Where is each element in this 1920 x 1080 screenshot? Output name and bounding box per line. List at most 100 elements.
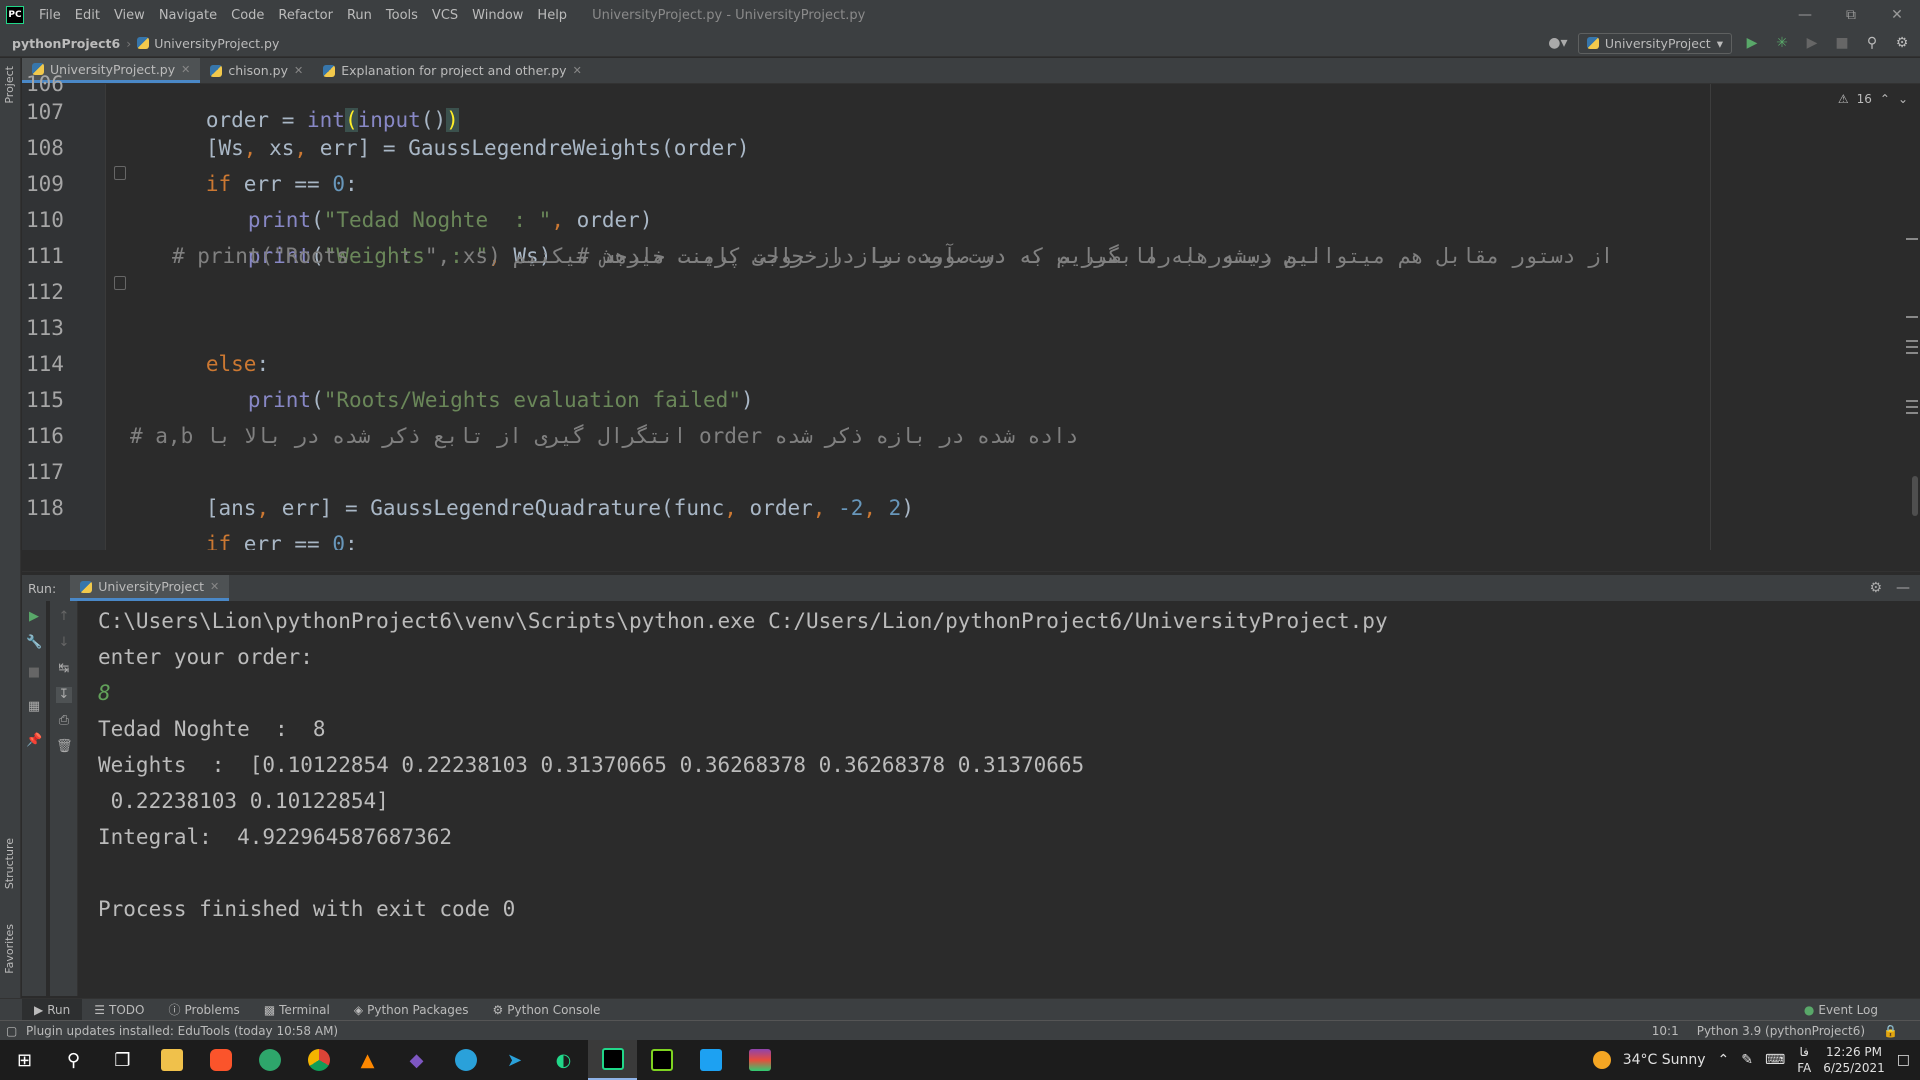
inspection-widget[interactable]: ⚠ 16 ⌃ ⌄ <box>1838 92 1908 106</box>
rerun-icon[interactable]: ▶ <box>26 609 42 625</box>
scroll-marker[interactable] <box>1906 400 1918 402</box>
panel-splitter[interactable] <box>22 550 1920 572</box>
caret-position[interactable]: 10:1 <box>1652 1024 1679 1038</box>
trash-icon[interactable]: 🗑 <box>56 739 73 755</box>
breadcrumb-project[interactable]: pythonProject6 <box>12 36 120 51</box>
code-area[interactable]: order = int(input()) [Ws, xs, err] = Gau… <box>106 84 1706 556</box>
tool-event-log[interactable]: ● Event Log <box>1792 999 1890 1021</box>
chevron-down-icon[interactable]: ⌄ <box>1898 92 1908 106</box>
wrench-icon[interactable]: 🔧 <box>26 635 42 651</box>
close-tab-icon[interactable]: ✕ <box>573 64 582 77</box>
app-purple-icon[interactable]: ◆ <box>392 1040 441 1080</box>
stop-icon[interactable]: ■ <box>1832 33 1852 53</box>
close-tab-icon[interactable]: ✕ <box>210 580 219 593</box>
menu-tools[interactable]: Tools <box>379 8 425 23</box>
status-message[interactable]: Plugin updates installed: EduTools (toda… <box>26 1024 338 1038</box>
vlc-icon[interactable]: ▲ <box>343 1040 392 1080</box>
lock-icon[interactable]: 🔒 <box>1883 1024 1898 1038</box>
arrow-down-icon[interactable]: ↓ <box>56 635 72 651</box>
start-button[interactable]: ⊞ <box>0 1040 49 1080</box>
scroll-marker[interactable] <box>1906 346 1918 348</box>
soft-wrap-icon[interactable]: ↹ <box>56 661 72 677</box>
file-explorer-icon[interactable] <box>147 1040 196 1080</box>
scroll-marker[interactable] <box>1906 238 1918 240</box>
print-icon[interactable]: ⎙ <box>56 713 72 729</box>
chevron-up-icon[interactable]: ⌃ <box>1880 92 1890 106</box>
run-console[interactable]: C:\Users\Lion\pythonProject6\venv\Script… <box>80 601 1920 996</box>
layout-icon[interactable]: ▦ <box>26 699 42 715</box>
tool-python-packages[interactable]: ◈ Python Packages <box>342 999 481 1021</box>
right-margin-guide <box>1710 84 1711 550</box>
menu-navigate[interactable]: Navigate <box>152 8 224 23</box>
tool-python-console[interactable]: ⚙ Python Console <box>481 999 613 1021</box>
scroll-marker[interactable] <box>1906 406 1918 408</box>
menu-window[interactable]: Window <box>465 8 530 23</box>
pin-icon[interactable]: 📌 <box>26 733 42 749</box>
hide-panel-icon[interactable]: — <box>1896 580 1910 596</box>
favorites-tool-button[interactable]: Favorites <box>3 924 16 974</box>
language-indicator[interactable]: فا FA <box>1797 1044 1811 1076</box>
debug-icon[interactable]: ✳ <box>1772 33 1792 53</box>
minimize-icon[interactable]: — <box>1782 7 1828 23</box>
scroll-marker[interactable] <box>1906 412 1918 414</box>
code-editor[interactable]: 106 107 108 109 110 111 112 113 114 115 … <box>22 72 1920 556</box>
title-bar: PC File Edit View Navigate Code Refactor… <box>0 0 1920 30</box>
user-icon[interactable]: ●▾ <box>1548 33 1568 53</box>
keyboard-icon[interactable]: ⌨ <box>1765 1052 1785 1068</box>
clock[interactable]: 12:26 PM 6/25/2021 <box>1823 1044 1885 1076</box>
tool-todo[interactable]: ☰ TODO <box>82 999 156 1021</box>
run-configuration-select[interactable]: UniversityProject ▾ <box>1577 32 1732 54</box>
winrar-icon[interactable] <box>735 1040 784 1080</box>
menu-view[interactable]: View <box>107 8 152 23</box>
stop-icon[interactable]: ■ <box>26 665 42 681</box>
interpreter-selector[interactable]: Python 3.9 (pythonProject6) <box>1697 1024 1865 1038</box>
task-view-icon[interactable]: ❐ <box>98 1040 147 1080</box>
app-green-icon[interactable]: ◐ <box>539 1040 588 1080</box>
line-number: 118 <box>26 496 64 520</box>
menu-vcs[interactable]: VCS <box>425 8 465 23</box>
left-tool-stripe: Project Structure Favorites <box>0 58 21 998</box>
editor-scrollbar[interactable] <box>1912 476 1918 516</box>
menu-edit[interactable]: Edit <box>68 8 107 23</box>
menu-file[interactable]: File <box>32 8 68 23</box>
scroll-marker[interactable] <box>1906 352 1918 354</box>
status-layout-icon[interactable]: ▢ <box>6 1024 17 1038</box>
restore-icon[interactable]: ⧉ <box>1828 7 1874 23</box>
coverage-icon[interactable]: ▶ <box>1802 33 1822 53</box>
search-icon[interactable]: ⚲ <box>49 1040 98 1080</box>
pycharm-edu-taskbar-icon[interactable] <box>637 1040 686 1080</box>
run-icon[interactable]: ▶ <box>1742 33 1762 53</box>
menu-code[interactable]: Code <box>224 8 271 23</box>
scroll-marker[interactable] <box>1906 340 1918 342</box>
menu-refactor[interactable]: Refactor <box>271 8 340 23</box>
scroll-marker[interactable] <box>1906 316 1918 318</box>
brave-browser-icon[interactable] <box>196 1040 245 1080</box>
chrome-browser-icon[interactable] <box>294 1040 343 1080</box>
weather-text[interactable]: 34°C Sunny <box>1623 1052 1706 1068</box>
code-line-113: else: <box>205 352 270 376</box>
breadcrumb-file[interactable]: UniversityProject.py <box>137 36 279 51</box>
search-icon[interactable]: ⚲ <box>1862 33 1882 53</box>
close-icon[interactable]: ✕ <box>1874 7 1920 23</box>
menu-run[interactable]: Run <box>340 8 379 23</box>
settings-icon[interactable]: ⚙ <box>1892 33 1912 53</box>
project-tool-button[interactable]: Project <box>3 66 16 104</box>
run-tab-university-project[interactable]: UniversityProject ✕ <box>70 575 230 601</box>
menu-help[interactable]: Help <box>530 8 574 23</box>
structure-tool-button[interactable]: Structure <box>3 838 16 889</box>
twitter-icon[interactable] <box>686 1040 735 1080</box>
settings-icon[interactable]: ⚙ <box>1869 580 1882 596</box>
line-number: 109 <box>26 172 64 196</box>
chevron-up-icon[interactable]: ⌃ <box>1718 1052 1730 1068</box>
tool-terminal[interactable]: ▩ Terminal <box>252 999 342 1021</box>
arrow-up-icon[interactable]: ↑ <box>56 609 72 625</box>
tool-run[interactable]: ▶ Run <box>22 998 83 1021</box>
notification-icon[interactable]: □ <box>1897 1052 1910 1068</box>
edge-browser-icon[interactable] <box>245 1040 294 1080</box>
tool-problems[interactable]: ⓘ Problems <box>156 999 251 1021</box>
pen-icon[interactable]: ✎ <box>1741 1052 1753 1068</box>
telegram-alt-icon[interactable]: ➤ <box>490 1040 539 1080</box>
pycharm-taskbar-icon[interactable] <box>588 1040 637 1080</box>
telegram-icon[interactable] <box>441 1040 490 1080</box>
scroll-to-end-icon[interactable]: ↧ <box>56 687 72 703</box>
